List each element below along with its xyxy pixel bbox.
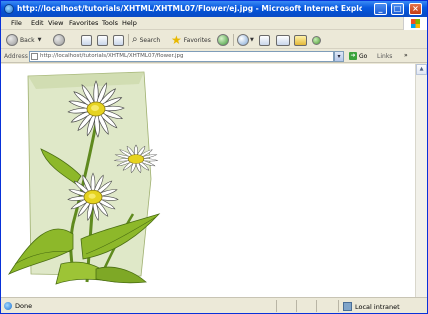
- minimize-button[interactable]: _: [374, 3, 387, 15]
- menu-file[interactable]: File: [11, 19, 22, 27]
- refresh-button[interactable]: [97, 33, 108, 47]
- favorites-star-icon: ★: [171, 33, 182, 47]
- page-icon: [31, 53, 38, 60]
- edit-button[interactable]: [294, 33, 307, 47]
- go-label: Go: [359, 52, 368, 60]
- menu-tools[interactable]: Tools: [102, 19, 118, 27]
- intranet-zone-icon: [343, 302, 352, 311]
- mail-icon: [259, 34, 270, 46]
- stop-icon: [81, 34, 92, 46]
- standard-toolbar: Back ▼ ⌕ Search ★ Favorites ▼: [1, 31, 427, 49]
- page-content: [1, 64, 415, 297]
- search-icon: ⌕: [132, 34, 138, 45]
- status-divider: [316, 300, 317, 312]
- home-icon: [113, 34, 124, 46]
- browser-window: http://localhost/tutorials/XHTML/XHTML07…: [0, 0, 428, 314]
- address-bar: Address http://localhost/tutorials/XHTML…: [1, 50, 427, 63]
- toolbar-separator: [233, 34, 234, 46]
- menu-bar: File Edit View Favorites Tools Help: [1, 17, 427, 30]
- edit-icon: [294, 34, 307, 46]
- print-button[interactable]: [276, 33, 290, 47]
- daisy-flower-image: [7, 71, 161, 285]
- toolbar-separator: [128, 34, 129, 46]
- address-input[interactable]: http://localhost/tutorials/XHTML/XHTML07…: [29, 51, 334, 62]
- status-divider: [276, 300, 277, 312]
- home-button[interactable]: [113, 33, 124, 47]
- forward-arrow-icon: [53, 34, 65, 46]
- status-bar: Done Local intranet: [1, 297, 427, 313]
- page-loaded-icon: [4, 302, 12, 310]
- maximize-button[interactable]: □: [391, 3, 404, 15]
- messenger-button[interactable]: [312, 33, 321, 47]
- forward-button[interactable]: [53, 33, 65, 47]
- zone-text: Local intranet: [355, 302, 400, 311]
- status-divider: [338, 300, 339, 312]
- status-text: Done: [15, 302, 33, 310]
- menu-help[interactable]: Help: [122, 19, 137, 27]
- print-icon: [276, 34, 290, 46]
- refresh-icon: [97, 34, 108, 46]
- back-dropdown-icon[interactable]: ▼: [38, 37, 42, 43]
- window-title: http://localhost/tutorials/XHTML/XHTML07…: [17, 4, 362, 13]
- address-label: Address: [4, 53, 28, 60]
- messenger-icon: [312, 35, 321, 45]
- ie-logo-icon: [4, 4, 14, 14]
- address-url: http://localhost/tutorials/XHTML/XHTML07…: [40, 53, 184, 59]
- windows-logo-icon: [403, 17, 427, 30]
- status-divider: [296, 300, 297, 312]
- search-button[interactable]: ⌕ Search: [132, 33, 160, 47]
- back-arrow-icon: [6, 34, 18, 46]
- history-icon: [237, 34, 249, 46]
- search-label: Search: [139, 36, 161, 44]
- title-bar[interactable]: http://localhost/tutorials/XHTML/XHTML07…: [1, 1, 427, 17]
- back-button[interactable]: Back ▼: [6, 33, 41, 47]
- scroll-up-arrow-icon[interactable]: ▲: [416, 64, 427, 75]
- security-zone: Local intranet: [343, 302, 400, 311]
- menu-favorites[interactable]: Favorites: [69, 19, 98, 27]
- address-dropdown-button[interactable]: ▾: [334, 51, 344, 62]
- close-button[interactable]: ×: [409, 3, 422, 15]
- favorites-button[interactable]: ★ Favorites: [171, 33, 211, 47]
- back-label: Back: [20, 36, 35, 44]
- menu-edit[interactable]: Edit: [31, 19, 44, 27]
- links-chevron-icon[interactable]: »: [404, 52, 408, 59]
- history-button[interactable]: ▼: [237, 33, 254, 47]
- vertical-scrollbar[interactable]: ▲: [415, 64, 427, 297]
- status-done: Done: [4, 302, 32, 310]
- menu-view[interactable]: View: [48, 19, 63, 27]
- favorites-label: Favorites: [183, 36, 211, 44]
- links-label[interactable]: Links: [377, 53, 392, 60]
- go-arrow-icon: ➜: [349, 52, 357, 60]
- mail-button[interactable]: [259, 33, 270, 47]
- go-button[interactable]: ➜ Go: [349, 52, 367, 60]
- stop-button[interactable]: [81, 33, 92, 47]
- media-button[interactable]: [217, 33, 229, 47]
- history-dropdown-icon[interactable]: ▼: [250, 37, 254, 43]
- media-icon: [217, 34, 229, 46]
